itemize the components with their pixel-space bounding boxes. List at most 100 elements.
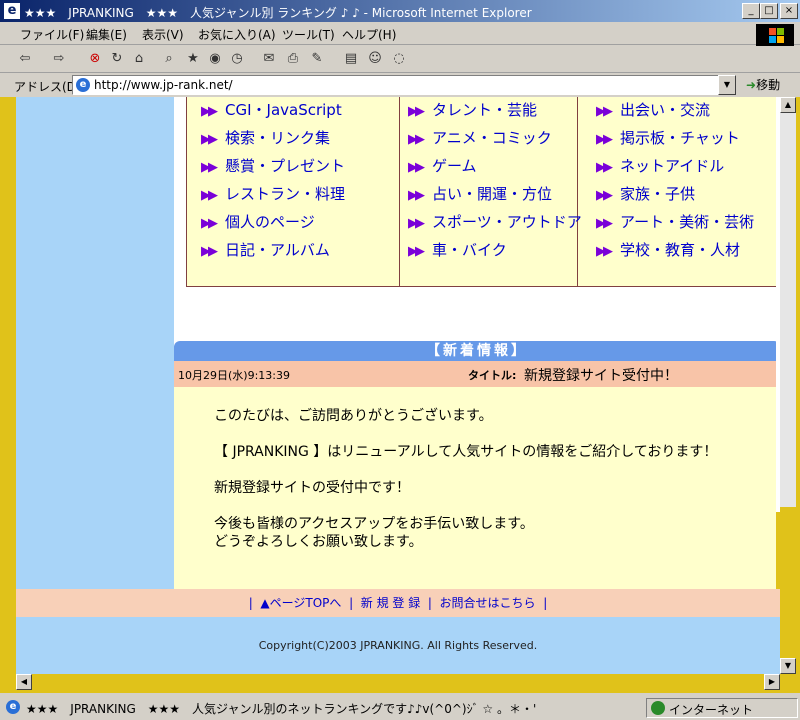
forward-icon[interactable]: ⇨	[50, 50, 68, 68]
arrow-icon: ▶▶	[408, 188, 425, 203]
toolbar: ⇦ ⇨ ⊗ ↻ ⌂ ⌕ ★ ◉ ◷ ✉ ⎙ ✎ ▤ ☺ ◌	[0, 46, 800, 73]
arrow-icon: ▶▶	[596, 160, 613, 175]
register-link[interactable]: 新 規 登 録	[361, 596, 420, 610]
arrow-icon: ▶▶	[408, 244, 425, 259]
home-icon[interactable]: ⌂	[130, 50, 148, 68]
news-title-label: タイトル:	[468, 369, 517, 382]
refresh-icon[interactable]: ↻	[108, 50, 126, 68]
separator: |	[427, 596, 432, 610]
news-text: 【 JPRANKING 】はリニューアルして人気サイトの情報をご紹介しております…	[214, 444, 718, 460]
category-link[interactable]: ▶▶ 日記・アルバム	[201, 239, 330, 260]
menu-view[interactable]: 表示(V)	[142, 26, 184, 43]
category-link[interactable]: ▶▶ 検索・リンク集	[201, 127, 330, 148]
windows-logo-icon	[756, 24, 794, 46]
news-date: 10月29日(水)9:13:39	[178, 369, 290, 382]
contact-link[interactable]: お問合せはこちら	[440, 596, 536, 610]
vertical-scroll-thumb[interactable]	[780, 507, 796, 667]
category-link[interactable]: ▶▶ 出会い・交流	[596, 99, 710, 120]
category-link[interactable]: ▶▶ アニメ・コミック	[408, 127, 552, 148]
category-link[interactable]: ▶▶ 車・バイク	[408, 239, 507, 260]
print-icon[interactable]: ⎙	[284, 50, 302, 68]
category-column-3: ▶▶ 出会い・交流 ▶▶ 掲示板・チャット ▶▶ ネットアイドル ▶▶ 家族・子供 ▶▶…	[578, 97, 777, 286]
separator: |	[248, 596, 253, 610]
horizontal-scrollbar[interactable]: ◀ ▶	[16, 674, 780, 690]
menu-edit[interactable]: 編集(E)	[86, 26, 127, 43]
category-link[interactable]: ▶▶ ゲーム	[408, 155, 477, 176]
edit-icon[interactable]: ✎	[308, 50, 326, 68]
stop-icon[interactable]: ⊗	[86, 50, 104, 68]
category-link[interactable]: ▶▶ スポーツ・アウトドア	[408, 211, 582, 232]
news-text: 新規登録サイトの受付中です！	[214, 480, 410, 496]
arrow-icon: ▶▶	[201, 216, 218, 231]
news-text: どうぞよろしくお願い致します。	[214, 534, 423, 550]
category-link[interactable]: ▶▶ アート・美術・芸術	[596, 211, 754, 232]
scroll-down-button[interactable]: ▼	[780, 658, 796, 674]
scroll-up-button[interactable]: ▲	[780, 97, 796, 113]
internet-zone-icon	[651, 701, 665, 715]
page-top-link[interactable]: ▲ページTOPへ	[260, 596, 341, 610]
news-body: このたびは、ご訪問ありがとうございます。 【 JPRANKING 】はリニューア…	[174, 387, 776, 589]
zone-label: インターネット	[669, 703, 754, 717]
web-page: ▶▶ CGI・JavaScript ▶▶ 検索・リンク集 ▶▶ 懸賞・プレゼント ▶▶…	[16, 97, 780, 674]
arrow-icon: ▶▶	[596, 188, 613, 203]
research-icon[interactable]: ◌	[390, 50, 408, 68]
category-link[interactable]: ▶▶ 家族・子供	[596, 183, 695, 204]
menu-help[interactable]: ヘルプ(H)	[342, 26, 396, 43]
close-button[interactable]: ×	[780, 3, 798, 19]
security-zone: インターネット	[646, 698, 798, 718]
menu-tools[interactable]: ツール(T)	[282, 26, 335, 43]
category-link[interactable]: ▶▶ 懸賞・プレゼント	[201, 155, 345, 176]
footer-nav: | ▲ページTOPへ | 新 規 登 録 | お問合せはこちら |	[16, 589, 780, 617]
menu-file[interactable]: ファイル(F)	[20, 26, 84, 43]
scroll-right-button[interactable]: ▶	[764, 674, 780, 690]
minimize-button[interactable]: _	[742, 3, 760, 19]
category-link[interactable]: ▶▶ CGI・JavaScript	[201, 99, 342, 120]
news-text: 今後も皆様のアクセスアップをお手伝い致します。	[214, 516, 534, 532]
address-input[interactable]: e http://www.jp-rank.net/	[72, 75, 720, 95]
arrow-icon: ▶▶	[408, 160, 425, 175]
go-label: 移動	[756, 78, 781, 92]
arrow-icon: ▶▶	[596, 104, 613, 119]
ie-logo-icon: e	[4, 3, 20, 19]
search-icon[interactable]: ⌕	[160, 50, 178, 68]
arrow-icon: ▶▶	[201, 160, 218, 175]
news-text: このたびは、ご訪問ありがとうございます。	[214, 408, 493, 424]
menu-favorites[interactable]: お気に入り(A)	[198, 26, 276, 43]
scroll-left-button[interactable]: ◀	[16, 674, 32, 690]
media-icon[interactable]: ◉	[206, 50, 224, 68]
vertical-scrollbar[interactable]: ▲ ▼	[780, 97, 796, 674]
arrow-icon: ▶▶	[201, 104, 218, 119]
category-link[interactable]: ▶▶ 個人のページ	[201, 211, 315, 232]
favorites-icon[interactable]: ★	[184, 50, 202, 68]
category-link[interactable]: ▶▶ 占い・開運・方位	[408, 183, 552, 204]
news-title: 新規登録サイト受付中！	[524, 368, 678, 384]
arrow-icon: ▶▶	[201, 132, 218, 147]
mail-icon[interactable]: ✉	[260, 50, 278, 68]
go-button[interactable]: ➜移動	[746, 76, 780, 93]
address-label: アドレス(D)	[14, 80, 81, 94]
category-column-2: ▶▶ タレント・芸能 ▶▶ アニメ・コミック ▶▶ ゲーム ▶▶ 占い・開運・方位 ▶▶…	[400, 97, 582, 286]
go-arrow-icon: ➜	[746, 78, 757, 92]
messenger-icon[interactable]: ☺	[366, 50, 384, 68]
arrow-icon: ▶▶	[408, 104, 425, 119]
category-link[interactable]: ▶▶ 学校・教育・人材	[596, 239, 740, 260]
left-column	[16, 97, 174, 589]
arrow-icon: ▶▶	[596, 216, 613, 231]
menu-bar: ファイル(F) 編集(E) 表示(V) お気に入り(A) ツール(T) ヘルプ(…	[0, 22, 800, 45]
address-dropdown-button[interactable]: ▼	[718, 75, 736, 95]
arrow-icon: ▶▶	[201, 188, 218, 203]
category-link[interactable]: ▶▶ レストラン・料理	[201, 183, 345, 204]
category-link[interactable]: ▶▶ 掲示板・チャット	[596, 127, 740, 148]
status-bar: e ★★★ JPRANKING ★★★ 人気ジャンル別のネットランキングです♪♪…	[0, 696, 800, 720]
category-link[interactable]: ▶▶ タレント・芸能	[408, 99, 537, 120]
status-text: ★★★ JPRANKING ★★★ 人気ジャンル別のネットランキングです♪♪v(…	[26, 702, 537, 716]
back-icon[interactable]: ⇦	[16, 50, 34, 68]
maximize-button[interactable]: □	[760, 3, 778, 19]
arrow-icon: ▶▶	[408, 216, 425, 231]
discuss-icon[interactable]: ▤	[342, 50, 360, 68]
arrow-icon: ▶▶	[596, 132, 613, 147]
category-link[interactable]: ▶▶ ネットアイドル	[596, 155, 724, 176]
address-url[interactable]: http://www.jp-rank.net/	[94, 78, 233, 92]
history-icon[interactable]: ◷	[228, 50, 246, 68]
separator: |	[543, 596, 548, 610]
